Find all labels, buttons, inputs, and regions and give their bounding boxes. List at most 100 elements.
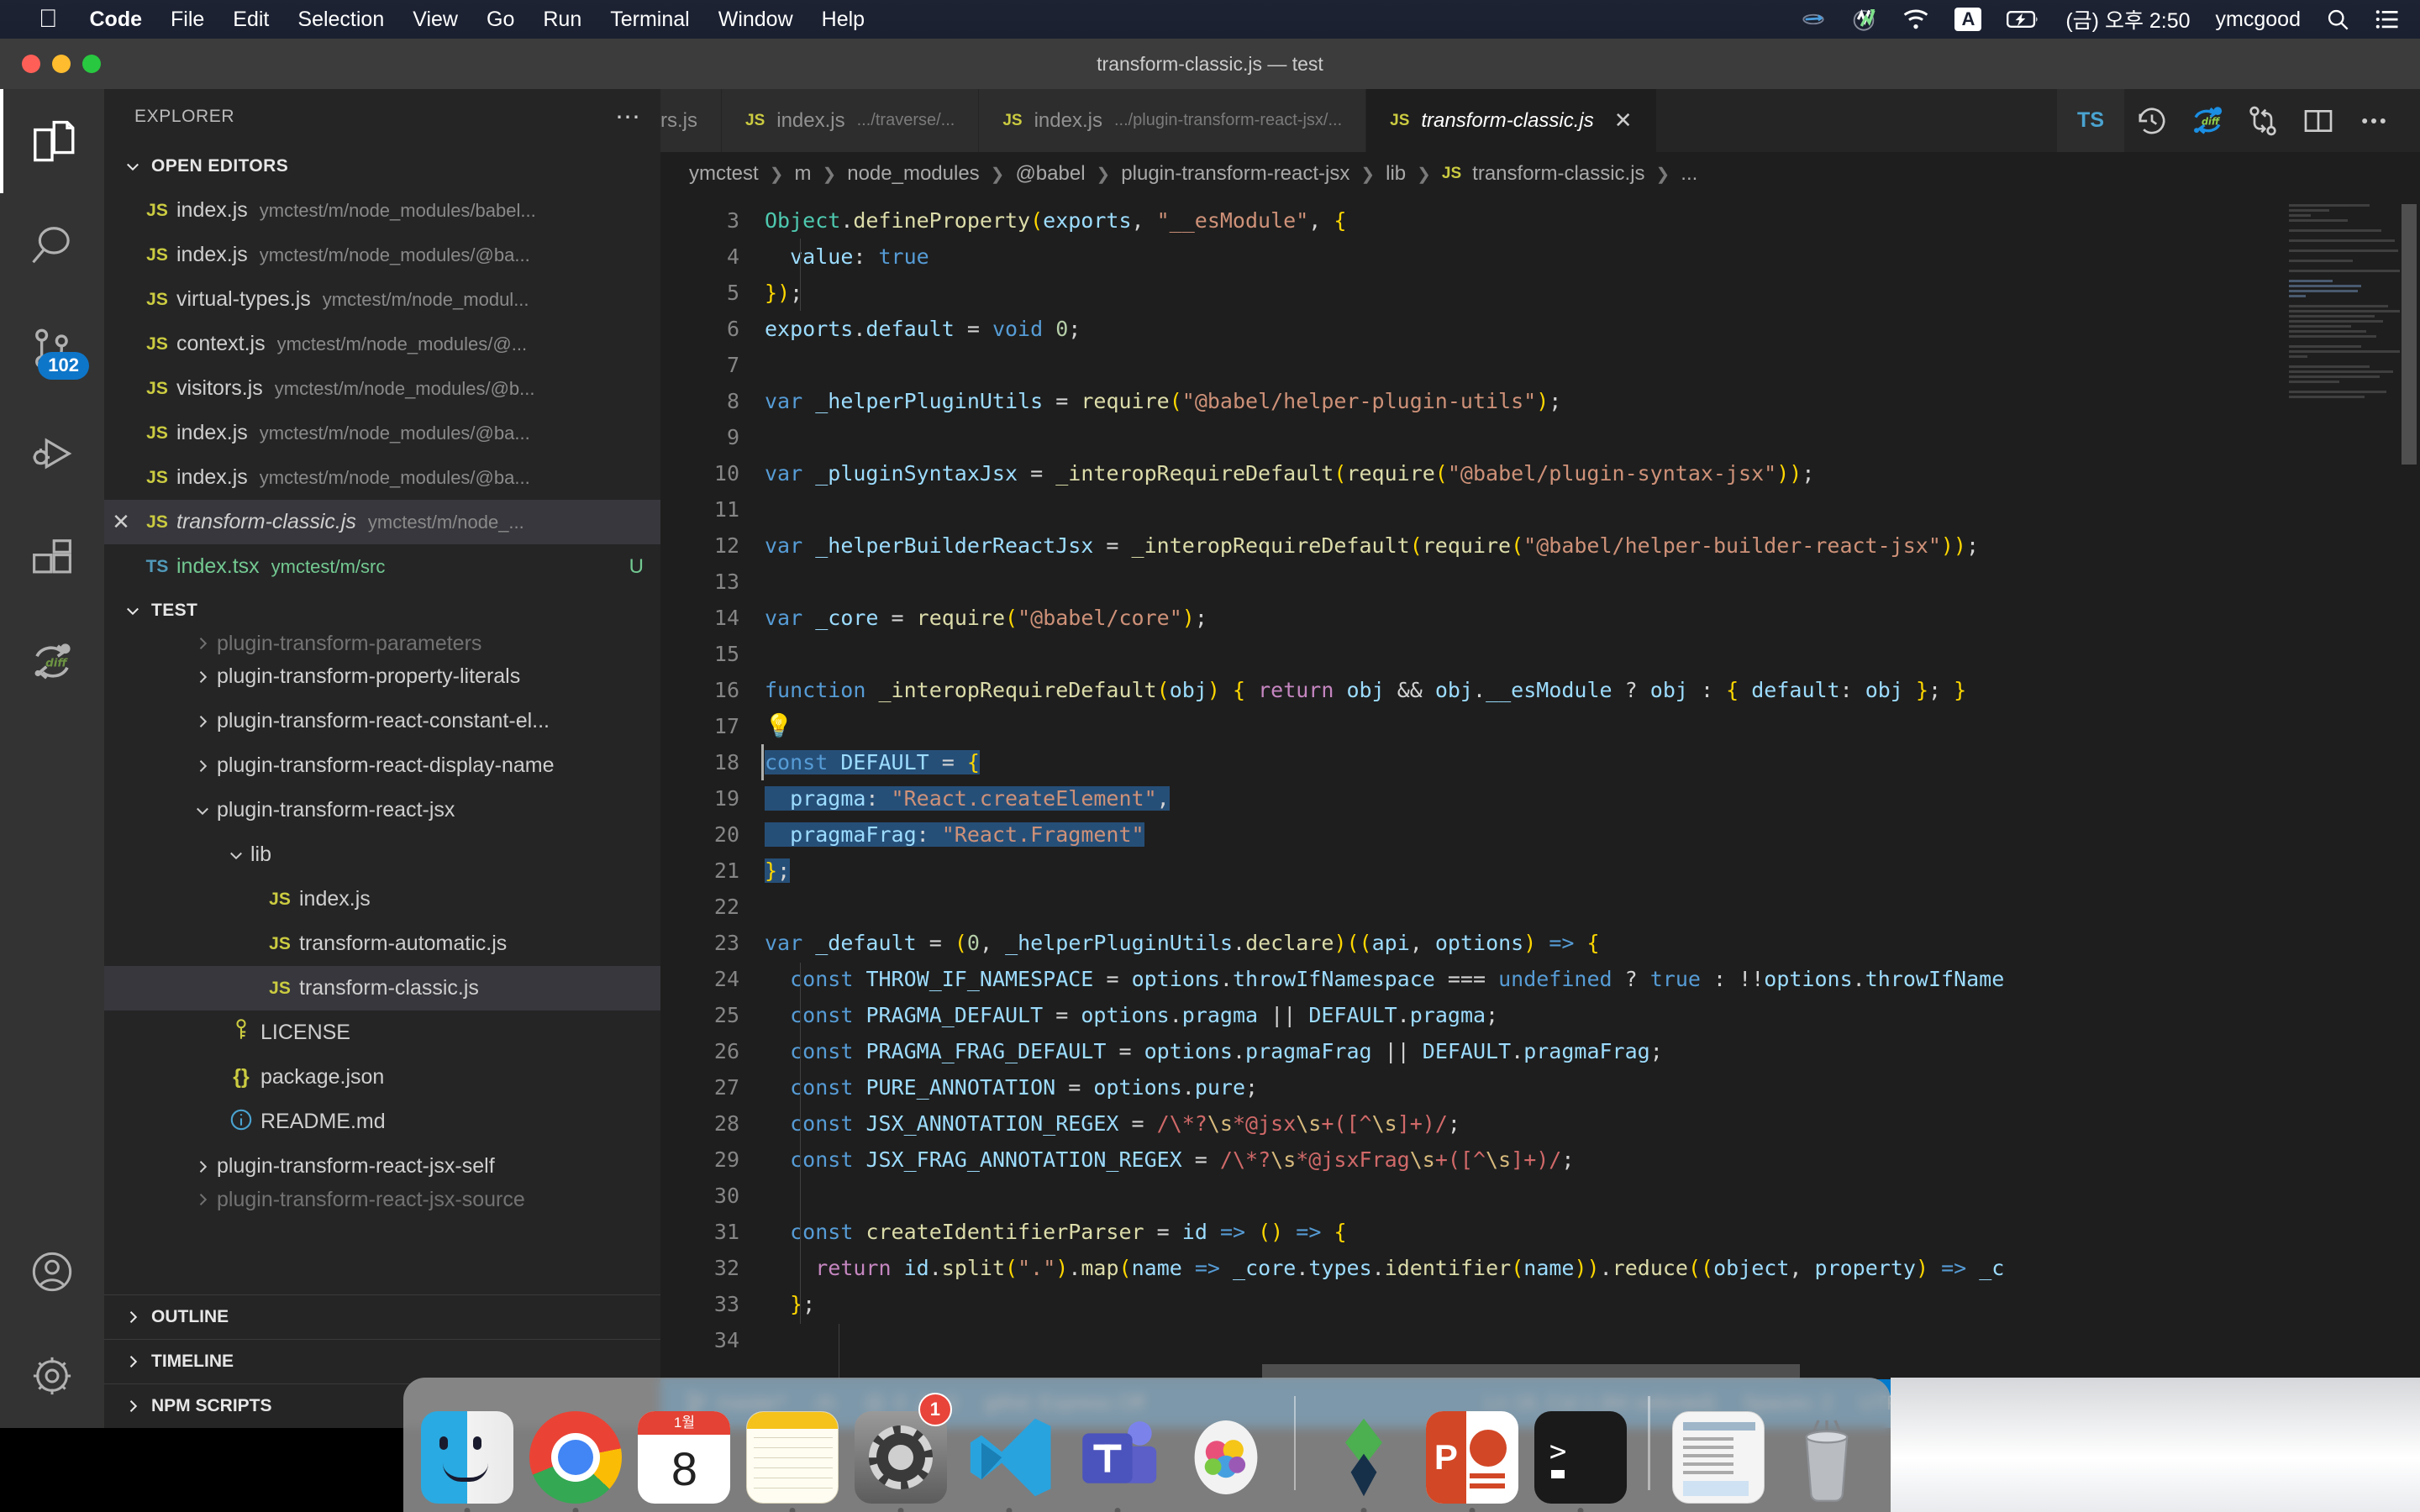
menu-terminal[interactable]: Terminal [610,8,689,32]
tree-item[interactable]: plugin-transform-parameters [104,633,660,654]
tree-item[interactable]: plugin-transform-react-constant-el... [104,699,660,743]
dock-item-google-chrome[interactable] [527,1396,625,1512]
activity-bar-item-accounts[interactable] [0,1220,104,1324]
section-outline-header[interactable]: OUTLINE [104,1294,660,1339]
menu-window[interactable]: Window [718,8,793,32]
tree-item[interactable]: plugin-transform-react-display-name [104,743,660,788]
dock-item-terminal[interactable]: > [1531,1396,1629,1512]
code-editor[interactable]: 3 4 5 6 7 8 9 10 11 12 13 14 15 16 17 18… [660,196,2420,1379]
spotlight-search-icon[interactable] [2326,8,2349,31]
tree-item-label: plugin-transform-react-jsx-self [217,1154,495,1178]
activity-bar-item-source-control[interactable]: 102 [0,297,104,402]
list-item[interactable]: JS index.js ymctest/m/node_modules/@ba... [104,455,660,500]
tab-clipped[interactable]: rs.js [660,89,722,152]
breadcrumb-segment-m[interactable]: m [794,162,811,186]
section-open-editors-header[interactable]: OPEN EDITORS [104,144,660,188]
list-item[interactable]: JS index.js ymctest/m/node_modules/@ba... [104,233,660,277]
list-item[interactable]: JS virtual-types.js ymctest/m/node_modul..… [104,277,660,322]
menu-view[interactable]: View [413,8,458,32]
stocks-icon[interactable] [1850,6,1877,33]
menu-go[interactable]: Go [487,8,514,32]
code-line: const JSX_ANNOTATION_REGEX = /\*?\s*@jsx… [790,1111,1460,1136]
activity-bar-item-search[interactable] [0,193,104,297]
menu-file[interactable]: File [171,8,204,32]
section-test-header[interactable]: TEST [104,589,660,633]
menu-selection[interactable]: Selection [297,8,384,32]
source-control-compare-icon[interactable] [2235,89,2291,152]
bluetooth-icon[interactable] [1802,8,1825,31]
breadcrumb-segment-ymctest[interactable]: ymctest [689,162,759,186]
dock-item-visual-studio-code[interactable] [960,1396,1059,1512]
tree-item[interactable]: plugin-transform-property-literals [104,654,660,699]
list-item[interactable]: JS context.js ymctest/m/node_modules/@... [104,322,660,366]
dock-item-microsoft-teams[interactable] [1069,1396,1167,1512]
dock-item-powerpoint[interactable]: P [1423,1396,1521,1512]
close-editor-icon[interactable]: ✕ [104,509,138,535]
activity-bar-item-extensions[interactable] [0,506,104,610]
code-content[interactable]: Object.defineProperty(exports, "__esModu… [761,196,2420,1379]
tree-item[interactable]: JS transform-automatic.js [104,921,660,966]
tab-transform-classic-js[interactable]: JS transform-classic.js ✕ [1366,89,1657,152]
breadcrumb-file[interactable]: transform-classic.js [1472,162,1644,186]
ts-language-chip[interactable]: TS [2057,89,2124,152]
breadcrumb-tail[interactable]: ... [1681,162,1697,186]
dock-item-downloads-stack[interactable] [1669,1396,1767,1504]
diff-sync-icon[interactable]: diff [2180,89,2235,152]
history-icon[interactable] [2124,89,2180,152]
close-icon[interactable]: ✕ [1614,108,1633,134]
tree-item[interactable]: plugin-transform-react-jsx-source [104,1189,660,1210]
tree-item[interactable]: README.md [104,1100,660,1144]
lightbulb-icon[interactable]: 💡 [765,713,793,739]
apple-logo-icon[interactable]:  [39,7,58,32]
ellipsis-icon[interactable]: ⋯ [615,102,642,132]
menu-edit[interactable]: Edit [233,8,269,32]
tree-item[interactable]: plugin-transform-react-jsx-self [104,1144,660,1189]
input-source-indicator[interactable]: A [1954,8,1982,31]
activity-bar-item-diff-sync[interactable]: diff [0,610,104,714]
menu-code[interactable]: Code [90,8,143,32]
tree-item[interactable]: {} package.json [104,1055,660,1100]
dock-item-trash[interactable] [1777,1396,1876,1504]
menu-help[interactable]: Help [822,8,865,32]
list-item[interactable]: JS index.js ymctest/m/node_modules/babel..… [104,188,660,233]
list-item[interactable]: JS index.js ymctest/m/node_modules/@ba... [104,411,660,455]
tree-item[interactable]: plugin-transform-react-jsx [104,788,660,832]
breadcrumb-segment-node-modules[interactable]: node_modules [847,162,979,186]
activity-bar-item-manage-gear[interactable] [0,1324,104,1428]
list-item[interactable]: JS visitors.js ymctest/m/node_modules/@b..… [104,366,660,411]
breadcrumb-segment-babel[interactable]: @babel [1015,162,1085,186]
dock-item-photos[interactable] [1177,1396,1276,1504]
close-window-button[interactable] [22,55,40,73]
menubar-user[interactable]: ymcgood [2216,8,2301,32]
tree-item[interactable]: lib [104,832,660,877]
ellipsis-icon[interactable] [2346,89,2402,152]
tree-item[interactable]: JS index.js [104,877,660,921]
dock-item-finder[interactable] [418,1396,517,1512]
list-item-selected[interactable]: ✕ JS transform-classic.js ymctest/m/node_..… [104,500,660,544]
vertical-scrollbar[interactable] [2402,196,2418,1379]
tab-index-js-plugin-transform-react-jsx[interactable]: JS index.js .../plugin-transform-react-j… [979,89,1367,152]
menu-run[interactable]: Run [543,8,581,32]
dock-item-sourcetree[interactable] [1314,1396,1413,1512]
tab-index-js-traverse[interactable]: JS index.js .../traverse/... [722,89,980,152]
activity-bar-item-run-and-debug[interactable] [0,402,104,506]
battery-charging-icon[interactable] [2007,8,2040,30]
wifi-icon[interactable] [1902,8,1929,31]
vertical-scrollbar-thumb[interactable] [2402,204,2417,465]
breadcrumb-segment-plugin[interactable]: plugin-transform-react-jsx [1121,162,1349,186]
menubar-clock[interactable]: (금) 오후 2:50 [2065,4,2190,34]
split-editor-icon[interactable] [2291,89,2346,152]
minimize-window-button[interactable] [52,55,71,73]
list-item[interactable]: TS index.tsx ymctest/m/src U [104,544,660,589]
activity-bar-item-explorer[interactable] [0,89,104,193]
dock-item-system-preferences[interactable]: 1 [852,1393,952,1512]
dock-item-notes[interactable] [744,1396,842,1512]
breadcrumb-segment-lib[interactable]: lib [1386,162,1406,186]
zoom-window-button[interactable] [82,55,101,73]
tree-item-selected[interactable]: JS transform-classic.js [104,966,660,1011]
tree-item[interactable]: LICENSE [104,1011,660,1055]
control-center-icon[interactable] [2375,8,2400,30]
dock-item-calendar[interactable]: 1월 8 [635,1396,734,1504]
tab-path: .../traverse/... [856,111,955,129]
